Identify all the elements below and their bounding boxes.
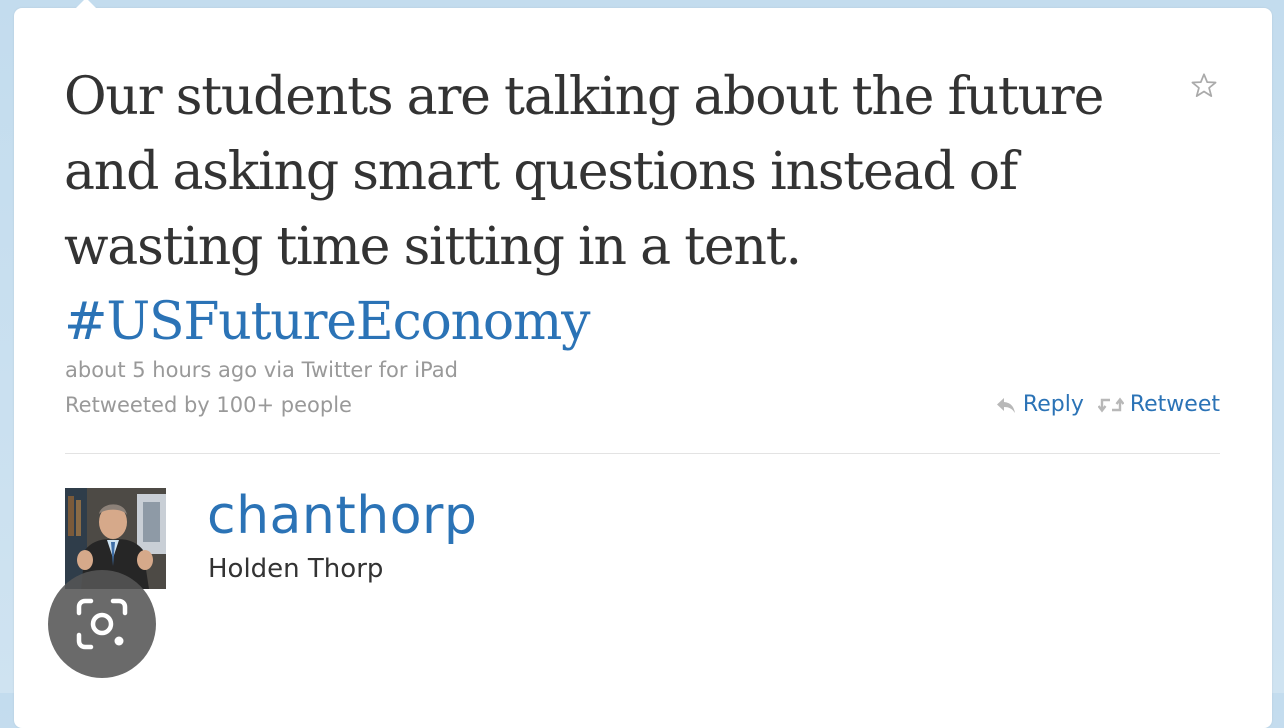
tweet-actions: Reply Retweet [995,392,1220,417]
visual-search-button[interactable] [48,570,156,678]
reply-arrow-icon [996,397,1015,413]
tweet-text: Our students are talking about the futur… [64,60,1184,360]
retweet-button[interactable]: Retweet [1097,392,1220,417]
retweet-count: Retweeted by 100+ people [65,393,352,417]
via-text: via [263,358,295,382]
reply-button[interactable]: Reply [995,392,1084,417]
card-pointer [74,0,98,10]
hashtag-link[interactable]: #USFutureEconomy [64,285,1184,360]
divider [65,453,1220,454]
retweet-icon [1097,397,1124,412]
tweet-timestamp-row: about 5 hours ago via Twitter for iPad [65,358,458,382]
retweet-label: Retweet [1129,392,1220,417]
username-link[interactable]: chanthorp [207,483,477,549]
visual-search-icon [76,598,128,650]
source-link[interactable]: Twitter for iPad [302,358,458,382]
author-full-name: Holden Thorp [208,554,384,584]
timestamp-link[interactable]: about 5 hours ago [65,358,257,382]
star-icon[interactable] [1188,70,1220,102]
reply-label: Reply [1022,392,1084,417]
tweet-card: Our students are talking about the futur… [14,0,1272,728]
tweet-body: Our students are talking about the futur… [64,67,1104,277]
